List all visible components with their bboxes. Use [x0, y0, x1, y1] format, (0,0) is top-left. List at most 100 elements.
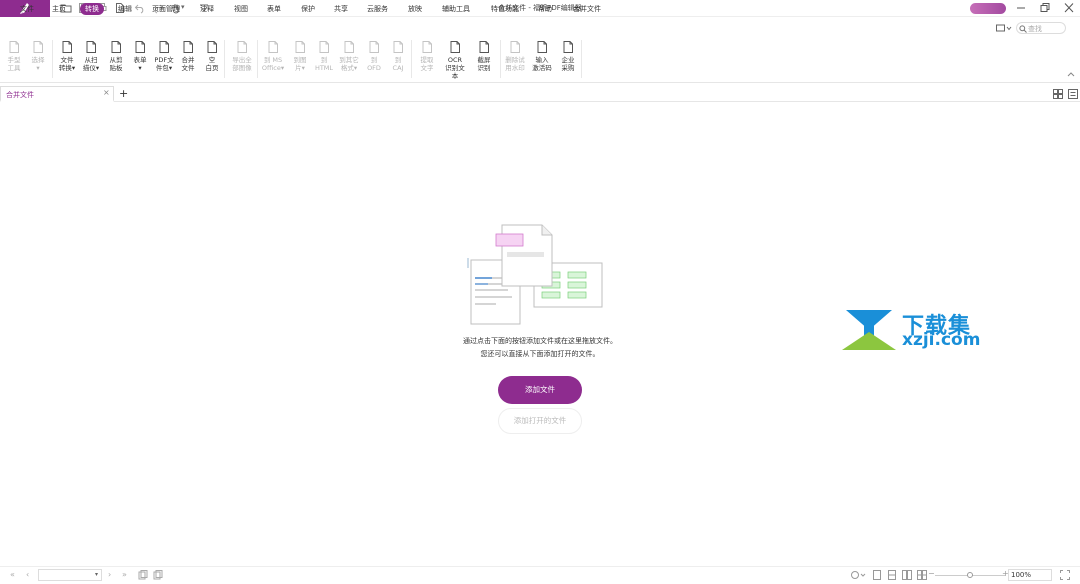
document-tab-bar — [0, 84, 1080, 102]
add-tab-icon[interactable]: + — [119, 87, 128, 100]
menu-slideshow[interactable]: 放映 — [408, 4, 422, 14]
watermark-domain: xzji.com — [902, 330, 981, 350]
ribbon-button-to-other[interactable]: 到其它 格式▾ — [337, 40, 361, 72]
ribbon-label-line1: 到 MS — [263, 56, 283, 64]
ribbon-label-line2: 格式▾ — [340, 64, 358, 72]
minimize-icon[interactable] — [1014, 2, 1028, 14]
tab-close-icon[interactable]: × — [103, 88, 110, 97]
ribbon-label-line2: 激活码 — [532, 64, 552, 72]
menu-cloud[interactable]: 云服务 — [367, 4, 388, 14]
restore-icon[interactable] — [1038, 2, 1052, 14]
ribbon-label-line1: 从扫 — [84, 56, 98, 64]
ribbon-button-export-images[interactable]: 导出全 部图像 — [230, 40, 254, 72]
ocr-icon — [450, 41, 460, 53]
export-images-icon — [237, 41, 247, 53]
facing-page-icon[interactable] — [902, 570, 912, 580]
close-icon[interactable] — [1062, 2, 1076, 14]
screenshot-ocr-icon — [479, 41, 489, 53]
menu-page-manage[interactable]: 页面管理 — [152, 4, 180, 14]
blank-page-icon — [207, 41, 217, 53]
rotate-view-icon[interactable] — [138, 570, 148, 580]
ribbon-label-line1: 到其它 — [339, 56, 359, 64]
last-page-icon[interactable]: » — [122, 570, 127, 579]
ribbon-button-activation[interactable]: 输入 激活码 — [530, 40, 554, 72]
ribbon-separator — [52, 40, 53, 78]
ribbon-separator — [257, 40, 258, 78]
to-html-icon — [319, 41, 329, 53]
thumbnail-view-icon[interactable] — [1053, 89, 1063, 99]
ribbon-button-hand[interactable]: 手型 工具 — [2, 40, 26, 72]
menu-file[interactable]: 文件 — [20, 4, 34, 14]
ribbon-label-line1: PDF文 — [154, 56, 174, 64]
zoom-level[interactable]: 100% — [1008, 569, 1052, 581]
ribbon-label-line2: 贴板 — [109, 64, 123, 72]
menu-accessibility[interactable]: 辅助工具 — [442, 4, 470, 14]
read-mode-icon[interactable] — [850, 570, 866, 580]
user-account-badge[interactable] — [970, 3, 1006, 14]
ribbon-button-select[interactable]: 选择 ▾ — [26, 40, 50, 72]
menu-features[interactable]: 特色功能 — [491, 4, 519, 14]
ribbon-button-to-image[interactable]: 到图 片▾ — [288, 40, 312, 72]
menu-view[interactable]: 视图 — [234, 4, 248, 14]
menu-convert[interactable]: 转换 — [80, 3, 104, 15]
menu-home[interactable]: 主页 — [52, 4, 66, 14]
continuous-facing-icon[interactable] — [917, 570, 927, 580]
merge-illustration — [467, 224, 603, 325]
zoom-out-icon[interactable]: − — [928, 569, 935, 578]
instruction-line-2: 您还可以直接从下面添加打开的文件。 — [480, 350, 600, 358]
ribbon-label-line1: 截屏 — [477, 56, 491, 64]
ribbon-label-line2: CAJ — [392, 64, 404, 72]
ribbon-button-form[interactable]: 表单 ▾ — [128, 40, 152, 72]
menu-merge-file[interactable]: 合并文件 — [573, 4, 601, 14]
ribbon-button-file-convert[interactable]: 文件 转换▾ — [55, 40, 79, 72]
ribbon-label-line2: Office▾ — [261, 64, 285, 72]
ribbon-button-pdf-package[interactable]: PDF文 件包▾ — [152, 40, 176, 72]
ribbon-button-to-caj[interactable]: 到 CAJ — [386, 40, 410, 72]
ribbon-label-line1: 提取 — [420, 56, 434, 64]
ribbon-button-enterprise[interactable]: 企业 采购 — [556, 40, 580, 72]
ribbon-button-screenshot-ocr[interactable]: 截屏 识别 — [472, 40, 496, 72]
collapse-ribbon-icon[interactable] — [1067, 71, 1075, 77]
ribbon-button-clipboard[interactable]: 从剪 贴板 — [104, 40, 128, 72]
menu-form[interactable]: 表单 — [267, 4, 281, 14]
ribbon-button-scanner[interactable]: 从扫 描仪▾ — [79, 40, 103, 72]
next-page-icon[interactable]: › — [108, 570, 111, 579]
ribbon-label-line2: 部图像 — [232, 64, 252, 72]
xzji-logo-icon — [842, 310, 896, 350]
zoom-slider-thumb[interactable] — [967, 572, 973, 578]
ribbon-button-to-ofd[interactable]: 到 OFD — [362, 40, 386, 72]
ribbon-button-to-office[interactable]: 到 MS Office▾ — [261, 40, 285, 72]
ribbon-label-line2: 采购 — [561, 64, 575, 72]
ribbon-separator — [411, 40, 412, 78]
menu-comment[interactable]: 注释 — [200, 4, 214, 14]
prev-page-icon[interactable]: ‹ — [26, 570, 29, 579]
add-open-files-button[interactable]: 添加打开的文件 — [498, 408, 582, 434]
menu-share[interactable]: 共享 — [334, 4, 348, 14]
list-view-icon[interactable] — [1068, 89, 1078, 99]
ribbon-label-line2: 识别 — [477, 64, 491, 72]
menu-protect[interactable]: 保护 — [301, 4, 315, 14]
menu-edit[interactable]: 编辑 — [118, 4, 132, 14]
first-page-icon[interactable]: « — [10, 570, 15, 579]
ribbon-label-line1: 导出全 — [232, 56, 252, 64]
menu-help[interactable]: 帮助 — [538, 4, 552, 14]
ribbon-button-ocr[interactable]: OCR 识别文本 — [443, 40, 467, 80]
enterprise-icon — [563, 41, 573, 53]
ribbon-button-blank-page[interactable]: 空白页 — [200, 40, 224, 72]
display-options-icon[interactable] — [996, 24, 1012, 33]
page-dropdown-icon[interactable]: ▾ — [95, 571, 98, 578]
ribbon-button-to-html[interactable]: 到 HTML — [312, 40, 336, 72]
single-page-icon[interactable] — [872, 570, 882, 580]
ribbon-button-remove-watermark[interactable]: 删除试 用水印 — [503, 40, 527, 72]
continuous-page-icon[interactable] — [887, 570, 897, 580]
page-copy-icon[interactable] — [153, 570, 163, 580]
fullscreen-icon[interactable] — [1060, 570, 1070, 580]
add-file-button[interactable]: 添加文件 — [498, 376, 582, 404]
pdf-package-icon — [159, 41, 169, 53]
ribbon-label-line2: 白页 — [205, 64, 219, 72]
page-number-input[interactable] — [38, 569, 102, 581]
ribbon-button-merge[interactable]: 合并 文件 — [176, 40, 200, 72]
extract-text-icon — [422, 41, 432, 53]
ribbon-button-extract-text[interactable]: 提取 文字 — [415, 40, 439, 72]
select-icon — [33, 41, 43, 53]
